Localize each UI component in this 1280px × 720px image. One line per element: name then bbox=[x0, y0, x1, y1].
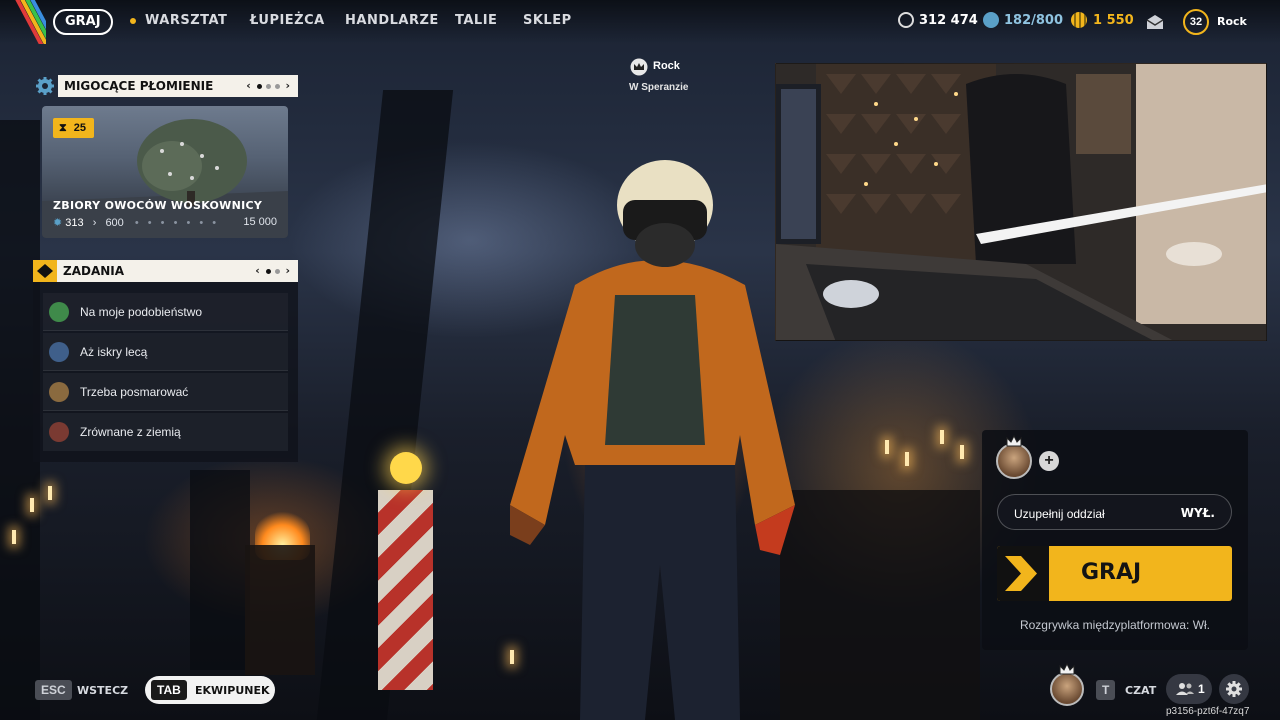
premium-currency-value: 1 550 bbox=[1093, 13, 1134, 28]
crown-icon bbox=[1059, 663, 1075, 675]
tab-raider[interactable]: ŁUPIEŻCA bbox=[250, 13, 325, 28]
friends-icon bbox=[1176, 683, 1194, 695]
task-item[interactable]: Zrównane z ziemią bbox=[43, 413, 288, 451]
settings-button[interactable] bbox=[1219, 674, 1249, 704]
coin-value: 182/800 bbox=[1004, 13, 1064, 28]
play-button-label: GRAJ bbox=[1081, 560, 1142, 585]
credits-value: 312 474 bbox=[919, 13, 978, 28]
invite-friend-button[interactable]: + bbox=[1039, 451, 1059, 471]
event-card-title: ZBIORY OWOCÓW WOSKOWNICY bbox=[53, 199, 263, 212]
pager-dot bbox=[265, 268, 271, 274]
pager-dot bbox=[274, 268, 280, 274]
task-trader-avatar bbox=[49, 382, 69, 402]
player-name[interactable]: Rock bbox=[1217, 15, 1247, 28]
player-avatar[interactable] bbox=[1050, 672, 1084, 706]
inventory-label: EKWIPUNEK bbox=[195, 684, 270, 697]
tab-traders[interactable]: HANDLARZE bbox=[345, 13, 439, 28]
event-title: MIGOCĄCE PŁOMIENIE bbox=[64, 79, 214, 93]
fill-squad-label: Uzupełnij oddział bbox=[1014, 507, 1105, 521]
t-key-icon: T bbox=[1096, 680, 1116, 700]
hourglass-icon: ⧗ bbox=[59, 122, 67, 134]
esc-key-icon: ESC bbox=[35, 680, 72, 700]
pager-dot bbox=[256, 83, 262, 89]
tasks-icon bbox=[33, 260, 57, 282]
player-level-badge[interactable]: 32 bbox=[1183, 9, 1209, 35]
back-button[interactable]: WSTECZ bbox=[77, 684, 128, 697]
task-trader-avatar bbox=[49, 342, 69, 362]
player-status: Rock W Speranzie bbox=[620, 58, 700, 98]
mail-icon[interactable] bbox=[1146, 14, 1164, 30]
crown-icon bbox=[1006, 435, 1022, 447]
task-item[interactable]: Aż iskry lecą bbox=[43, 333, 288, 371]
event-badge-value: 25 bbox=[73, 122, 87, 134]
session-id: p3156-pzt6f-47zq7 bbox=[1166, 706, 1250, 717]
party-leader-avatar[interactable] bbox=[996, 443, 1032, 479]
progress-gear-icon: ✹ bbox=[53, 217, 63, 229]
webcam-overlay bbox=[775, 63, 1267, 341]
progress-next: 600 bbox=[105, 217, 124, 229]
gear-icon bbox=[1226, 681, 1242, 697]
tab-play[interactable]: GRAJ bbox=[53, 9, 113, 35]
pager-dot bbox=[274, 83, 280, 89]
tasks-pager[interactable]: ‹ › bbox=[255, 260, 290, 282]
play-button[interactable]: GRAJ bbox=[997, 546, 1232, 601]
coin-icon bbox=[983, 12, 999, 28]
workshop-notification-icon bbox=[130, 18, 136, 24]
tab-decks[interactable]: TALIE bbox=[455, 13, 497, 28]
event-panel-header[interactable]: MIGOCĄCE PŁOMIENIE ‹ › bbox=[58, 75, 298, 97]
premium-currency-icon bbox=[1071, 12, 1087, 28]
task-trader-avatar bbox=[49, 302, 69, 322]
progress-current: 313 bbox=[65, 217, 84, 229]
status-name: Rock bbox=[653, 60, 680, 72]
tab-shop[interactable]: SKLEP bbox=[523, 13, 572, 28]
chat-button[interactable]: CZAT bbox=[1125, 684, 1156, 697]
event-pager[interactable]: ‹ › bbox=[246, 75, 290, 97]
brand-stripes bbox=[0, 0, 46, 44]
play-chevron-icon bbox=[997, 546, 1049, 601]
pager-prev-icon[interactable]: ‹ bbox=[255, 264, 260, 277]
tab-key-icon: TAB bbox=[151, 680, 187, 700]
crossplay-status: Rozgrywka międzyplatformowa: Wł. bbox=[1019, 618, 1211, 632]
task-label: Trzeba posmarować bbox=[80, 385, 189, 399]
event-card[interactable]: ⧗ 25 ZBIORY OWOCÓW WOSKOWNICY ✹ 313 › 60… bbox=[42, 106, 288, 238]
progress-max: 15 000 bbox=[243, 216, 277, 228]
fill-squad-toggle[interactable]: Uzupełnij oddział WYŁ. bbox=[997, 494, 1232, 530]
task-item[interactable]: Trzeba posmarować bbox=[43, 373, 288, 411]
tasks-panel-header[interactable]: ZADANIA ‹ › bbox=[57, 260, 298, 282]
top-navigation: GRAJ WARSZTAT ŁUPIEŻCA HANDLARZE TALIE S… bbox=[0, 0, 1280, 44]
webcam-feed-image bbox=[776, 64, 1266, 340]
pager-prev-icon[interactable]: ‹ bbox=[246, 79, 251, 92]
tasks-list: Na moje podobieństwo Aż iskry lecą Trzeb… bbox=[33, 282, 298, 462]
pager-dot bbox=[265, 83, 271, 89]
event-level-badge: ⧗ 25 bbox=[53, 118, 95, 138]
pager-next-icon[interactable]: › bbox=[285, 79, 290, 92]
task-item[interactable]: Na moje podobieństwo bbox=[43, 293, 288, 331]
progress-dots: • • • • • • • bbox=[134, 217, 220, 229]
event-progress: ✹ 313 › 600 • • • • • • • 15 000 bbox=[53, 216, 277, 229]
task-label: Zrównane z ziemią bbox=[80, 425, 181, 439]
character-model bbox=[510, 160, 795, 720]
party-count: 1 bbox=[1198, 682, 1205, 696]
credits-icon bbox=[898, 12, 914, 28]
tasks-title: ZADANIA bbox=[63, 264, 125, 278]
event-gear-icon bbox=[36, 77, 54, 95]
crown-icon bbox=[630, 58, 648, 76]
task-label: Na moje podobieństwo bbox=[80, 305, 203, 319]
pager-next-icon[interactable]: › bbox=[285, 264, 290, 277]
chevron-right-icon: › bbox=[92, 217, 97, 229]
tab-workshop[interactable]: WARSZTAT bbox=[145, 13, 227, 28]
task-trader-avatar bbox=[49, 422, 69, 442]
fill-squad-value: WYŁ. bbox=[1180, 506, 1215, 520]
task-label: Aż iskry lecą bbox=[80, 345, 148, 359]
inventory-button[interactable]: TAB EKWIPUNEK bbox=[145, 676, 275, 704]
status-location: W Speranzie bbox=[629, 82, 689, 93]
party-members-button[interactable]: 1 bbox=[1166, 674, 1212, 704]
